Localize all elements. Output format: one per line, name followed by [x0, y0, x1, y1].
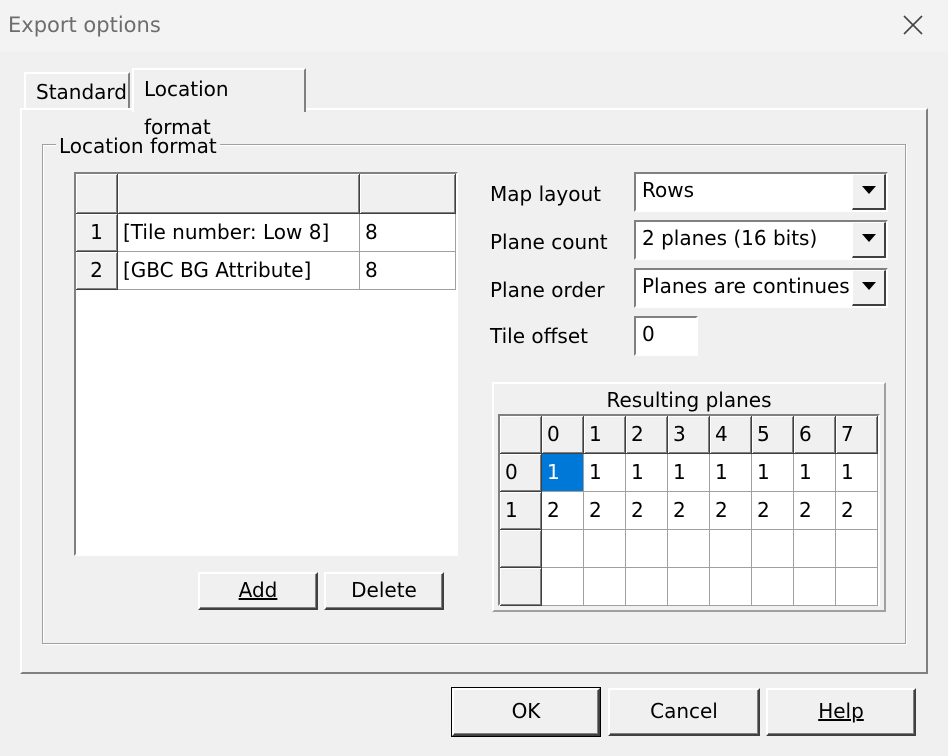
planes-cell[interactable]: [668, 530, 710, 568]
plane-count-label: Plane count: [490, 230, 608, 254]
planes-cell[interactable]: [836, 530, 878, 568]
add-button-label: Add: [238, 578, 278, 602]
tile-offset-input[interactable]: 0: [634, 316, 698, 356]
plane-count-value: 2 planes (16 bits): [642, 226, 818, 250]
cancel-button-label: Cancel: [650, 699, 718, 723]
map-layout-dropdown-button[interactable]: [852, 174, 886, 210]
planes-cell[interactable]: [752, 530, 794, 568]
tile-offset-label: Tile offset: [490, 324, 588, 348]
resulting-planes-grid[interactable]: 01234567011111111122222222: [498, 414, 880, 606]
chevron-down-icon: [862, 282, 876, 290]
planes-cell[interactable]: 2: [794, 492, 836, 530]
planes-column-header[interactable]: 3: [668, 416, 710, 454]
planes-cell[interactable]: [710, 568, 752, 606]
table-cell-bits[interactable]: 8: [360, 214, 456, 252]
planes-cell[interactable]: [542, 530, 584, 568]
planes-row-header[interactable]: [500, 530, 542, 568]
planes-cell[interactable]: 2: [668, 492, 710, 530]
delete-button-label: Delete: [351, 578, 417, 602]
table-header-name[interactable]: [118, 174, 360, 214]
plane-order-select[interactable]: Planes are continues: [634, 268, 888, 308]
table-cell-bits[interactable]: 8: [360, 252, 456, 290]
table-row-index[interactable]: 1: [76, 214, 118, 252]
planes-cell[interactable]: 2: [836, 492, 878, 530]
table-cell-name[interactable]: [Tile number: Low 8]: [118, 214, 360, 252]
tab-standard-label: Standard: [36, 80, 127, 104]
planes-cell[interactable]: 1: [752, 454, 794, 492]
plane-order-label: Plane order: [490, 278, 605, 302]
table-row-index[interactable]: 2: [76, 252, 118, 290]
map-layout-label: Map layout: [490, 182, 601, 206]
planes-cell[interactable]: 1: [710, 454, 752, 492]
plane-count-select[interactable]: 2 planes (16 bits): [634, 220, 888, 260]
planes-cell[interactable]: [626, 568, 668, 606]
chevron-down-icon: [862, 234, 876, 242]
planes-column-header[interactable]: 2: [626, 416, 668, 454]
planes-cell[interactable]: [626, 530, 668, 568]
planes-cell[interactable]: 1: [584, 454, 626, 492]
add-button[interactable]: Add: [198, 572, 318, 610]
plane-order-value: Planes are continues: [642, 274, 850, 298]
map-layout-select[interactable]: Rows: [634, 172, 888, 212]
planes-cell[interactable]: 2: [626, 492, 668, 530]
planes-cell[interactable]: 1: [542, 454, 584, 492]
close-icon: [903, 15, 923, 35]
table-header-bits[interactable]: [360, 174, 456, 214]
close-button[interactable]: [900, 12, 926, 38]
planes-corner-header: [500, 416, 542, 454]
planes-cell[interactable]: [584, 568, 626, 606]
cancel-button[interactable]: Cancel: [608, 688, 760, 736]
planes-row-header[interactable]: 1: [500, 492, 542, 530]
planes-cell[interactable]: 1: [668, 454, 710, 492]
help-button[interactable]: Help: [766, 688, 916, 736]
planes-cell[interactable]: [794, 568, 836, 606]
planes-cell[interactable]: 2: [752, 492, 794, 530]
map-layout-value: Rows: [642, 178, 695, 202]
ok-button[interactable]: OK: [451, 687, 601, 737]
planes-column-header[interactable]: 7: [836, 416, 878, 454]
planes-cell[interactable]: [794, 530, 836, 568]
ok-button-label: OK: [511, 699, 541, 723]
planes-cell[interactable]: 1: [626, 454, 668, 492]
title-bar: Export options: [0, 0, 948, 52]
planes-cell[interactable]: [752, 568, 794, 606]
planes-column-header[interactable]: 6: [794, 416, 836, 454]
planes-cell[interactable]: 1: [836, 454, 878, 492]
planes-cell[interactable]: 1: [794, 454, 836, 492]
tab-standard[interactable]: Standard: [24, 72, 130, 110]
planes-column-header[interactable]: 0: [542, 416, 584, 454]
format-table[interactable]: 1 [Tile number: Low 8] 8 2 [GBC BG Attri…: [74, 172, 458, 556]
plane-count-dropdown-button[interactable]: [852, 222, 886, 258]
resulting-planes-title: Resulting planes: [606, 388, 772, 412]
plane-order-dropdown-button[interactable]: [852, 270, 886, 306]
planes-column-header[interactable]: 5: [752, 416, 794, 454]
chevron-down-icon: [862, 186, 876, 194]
planes-cell[interactable]: 2: [584, 492, 626, 530]
planes-cell[interactable]: 2: [710, 492, 752, 530]
planes-cell[interactable]: [710, 530, 752, 568]
window-title: Export options: [8, 13, 161, 37]
table-corner-header: [76, 174, 118, 214]
table-cell-name[interactable]: [GBC BG Attribute]: [118, 252, 360, 290]
delete-button[interactable]: Delete: [324, 572, 444, 610]
planes-cell[interactable]: 2: [542, 492, 584, 530]
planes-cell[interactable]: [584, 530, 626, 568]
planes-cell[interactable]: [668, 568, 710, 606]
planes-cell[interactable]: [836, 568, 878, 606]
planes-row-header[interactable]: [500, 568, 542, 606]
help-button-label: Help: [818, 699, 864, 723]
planes-column-header[interactable]: 4: [710, 416, 752, 454]
tab-location-format[interactable]: Location format: [132, 68, 306, 139]
planes-column-header[interactable]: 1: [584, 416, 626, 454]
planes-row-header[interactable]: 0: [500, 454, 542, 492]
planes-cell[interactable]: [542, 568, 584, 606]
